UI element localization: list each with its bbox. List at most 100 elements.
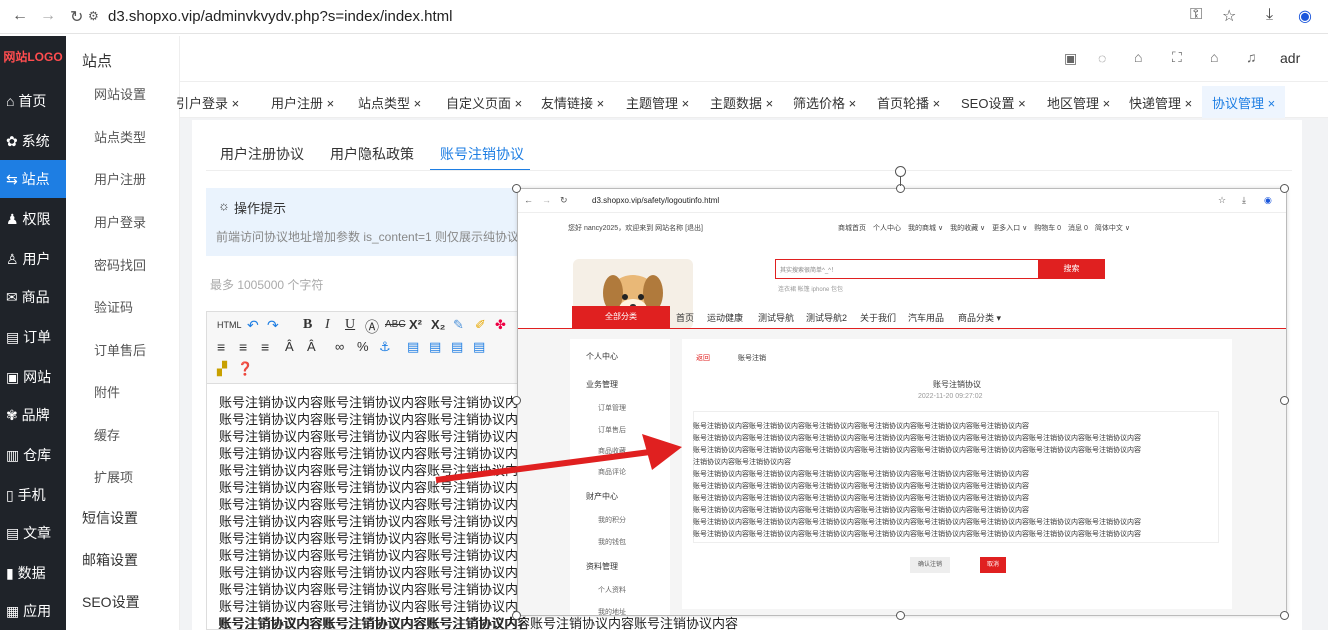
site-logo: 网站LOGO: [3, 50, 63, 64]
redo-icon[interactable]: ↷: [267, 317, 279, 334]
tab-express-manage[interactable]: 快递管理 ×: [1129, 93, 1192, 112]
subnav-item[interactable]: 附件: [94, 382, 120, 401]
nav-item-home[interactable]: ⌂ 首页: [0, 82, 66, 120]
nav-item-order[interactable]: ▤ 订单: [0, 318, 66, 356]
profile-icon[interactable]: ◉: [1298, 6, 1312, 26]
nav-item-user[interactable]: ♙ 用户: [0, 240, 66, 278]
subnav-item[interactable]: 扩展项: [94, 467, 133, 486]
home-icon[interactable]: ⌂: [1210, 49, 1218, 65]
font-border-icon[interactable]: Ⓐ: [365, 317, 379, 337]
nav-item-data[interactable]: ▮ 数据: [0, 554, 66, 592]
admin-name[interactable]: adr: [1280, 50, 1300, 66]
resize-handle[interactable]: [896, 611, 905, 620]
resize-handle[interactable]: [512, 611, 521, 620]
fullscreen-icon[interactable]: ⛶: [1172, 49, 1182, 66]
tab-user-register[interactable]: 用户注册 ×: [271, 93, 334, 112]
nav-item-mobile[interactable]: ▯ 手机: [0, 476, 66, 514]
subnav-section[interactable]: SEO设置: [82, 592, 140, 612]
tab-agreement-manage[interactable]: 协议管理 ×: [1202, 86, 1286, 119]
site-info-icon[interactable]: ⚙: [88, 9, 99, 23]
tab-theme-data[interactable]: 主题数据 ×: [710, 93, 773, 112]
popup-sidebar-link: 我的钱包: [598, 539, 626, 546]
resize-handle[interactable]: [1280, 396, 1289, 405]
tab-site-type[interactable]: 站点类型 ×: [358, 93, 421, 112]
autotypeset-icon[interactable]: ✤: [495, 317, 506, 333]
nav-item-brand[interactable]: ✾ 品牌: [0, 396, 66, 434]
subnav-section[interactable]: 邮箱设置: [82, 550, 138, 570]
rotate-handle-icon[interactable]: [895, 166, 906, 177]
image-none-icon[interactable]: ▤: [429, 339, 441, 355]
reload-icon[interactable]: ↻: [70, 7, 83, 27]
italic-icon[interactable]: I: [325, 317, 330, 333]
html-source-icon[interactable]: HTML: [217, 320, 242, 330]
resize-handle[interactable]: [512, 396, 521, 405]
tab-theme-manage[interactable]: 主题管理 ×: [626, 93, 689, 112]
forward-icon[interactable]: →: [40, 7, 56, 25]
download-icon[interactable]: ⤓: [1266, 6, 1273, 24]
format-paint-icon[interactable]: ✎: [453, 317, 464, 333]
admin-topbar: ▣ ◌ ⌂ ⛶ ⌂ ♫ adr: [180, 36, 1328, 82]
nav-item-permission[interactable]: ♟ 权限: [0, 200, 66, 238]
resize-handle[interactable]: [1280, 611, 1289, 620]
nav-item-website[interactable]: ▣ 网站: [0, 358, 66, 396]
undo-icon[interactable]: ↶: [247, 317, 259, 334]
nav-item-apps[interactable]: ▦ 应用: [0, 592, 66, 630]
store-icon[interactable]: ⌂: [1134, 49, 1142, 65]
bold-icon[interactable]: B: [303, 317, 312, 333]
subnav-section[interactable]: 短信设置: [82, 508, 138, 528]
subtab-privacy-policy[interactable]: 用户隐私政策: [330, 144, 414, 164]
address-bar[interactable]: d3.shopxo.vip/adminvkvydv.php?s=index/in…: [108, 8, 453, 25]
unlink-icon[interactable]: %: [357, 339, 369, 354]
tab-home-carousel[interactable]: 首页轮播 ×: [877, 93, 940, 112]
underline-icon[interactable]: U: [345, 317, 355, 333]
subnav-item[interactable]: 验证码: [94, 297, 133, 316]
insert-image-icon[interactable]: ▞: [217, 361, 227, 377]
subnav-item[interactable]: 网站设置: [94, 84, 146, 103]
subnav-item[interactable]: 用户注册: [94, 169, 146, 188]
align-center-icon[interactable]: ≡: [239, 339, 247, 355]
subnav-item[interactable]: 密码找回: [94, 255, 146, 274]
anchor-icon[interactable]: ⚓: [379, 339, 391, 355]
strikethrough-icon[interactable]: ABC: [385, 319, 406, 330]
link-icon[interactable]: ∞: [335, 339, 344, 354]
tip-box: ☼ 操作提示 前端访问协议地址增加参数 is_content=1 则仅展示纯协议…: [206, 188, 543, 256]
bookmark-star-icon[interactable]: ☆: [1222, 6, 1236, 26]
subtab-register-agreement[interactable]: 用户注册协议: [220, 144, 304, 164]
subnav-item[interactable]: 用户登录: [94, 212, 146, 231]
popup-content-line: 账号注销协议内容账号注销协议内容账号注销协议内容账号注销协议内容账号注销协议内容…: [693, 495, 1029, 502]
subtab-logout-agreement[interactable]: 账号注销协议: [440, 144, 524, 164]
resize-handle[interactable]: [1280, 184, 1289, 193]
back-icon[interactable]: ←: [12, 7, 28, 25]
help-icon[interactable]: ❓: [237, 361, 253, 377]
align-left-icon[interactable]: ≡: [217, 339, 225, 355]
font-size-decrease-icon[interactable]: Â: [307, 339, 316, 354]
image-center-icon[interactable]: ▤: [473, 339, 485, 355]
image-right-icon[interactable]: ▤: [451, 339, 463, 355]
nav-item-article[interactable]: ▤ 文章: [0, 514, 66, 552]
tab-seo-settings[interactable]: SEO设置 ×: [961, 93, 1026, 112]
nav-item-goods[interactable]: ✉ 商品: [0, 278, 66, 316]
theme-icon[interactable]: ◌: [1098, 50, 1106, 66]
subnav-item[interactable]: 缓存: [94, 425, 120, 444]
notification-bell-icon[interactable]: ♫: [1246, 49, 1257, 65]
nav-item-site[interactable]: ⇆ 站点: [0, 160, 66, 198]
tab-friend-links[interactable]: 友情链接 ×: [541, 93, 604, 112]
subnav-item[interactable]: 订单售后: [94, 340, 146, 359]
font-size-increase-icon[interactable]: Â: [285, 339, 294, 354]
superscript-icon[interactable]: X²: [409, 317, 422, 332]
resize-handle[interactable]: [512, 184, 521, 193]
tab-custom-page[interactable]: 自定义页面 ×: [446, 93, 522, 112]
clear-format-icon[interactable]: ✐: [475, 317, 486, 333]
subnav-item[interactable]: 站点类型: [94, 127, 146, 146]
nav-item-system[interactable]: ✿ 系统: [0, 122, 66, 160]
tab-user-login[interactable]: 引户登录 ×: [176, 93, 239, 112]
subscript-icon[interactable]: X₂: [431, 317, 445, 332]
image-left-icon[interactable]: ▤: [407, 339, 419, 355]
nav-user-icon: ♙: [6, 251, 23, 267]
tab-filter-price[interactable]: 筛选价格 ×: [793, 93, 856, 112]
tab-region-manage[interactable]: 地区管理 ×: [1047, 93, 1110, 112]
password-key-icon[interactable]: ⚿: [1190, 6, 1202, 24]
align-right-icon[interactable]: ≡: [261, 339, 269, 355]
doc-icon[interactable]: ▣: [1064, 50, 1077, 67]
nav-item-warehouse[interactable]: ▥ 仓库: [0, 436, 66, 474]
